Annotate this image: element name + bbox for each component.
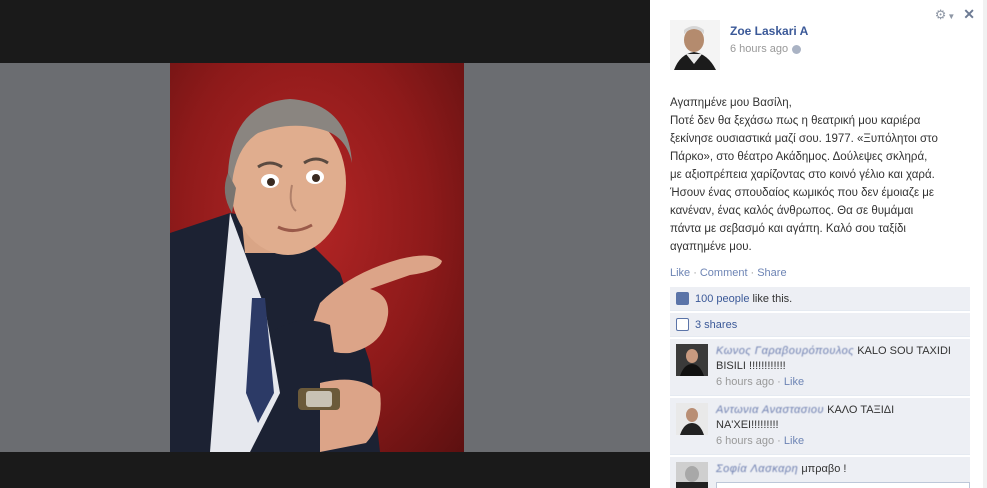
post-line: Πάρκο», στο θέατρο Ακάδημος. Δούλεψες σκ… — [670, 151, 928, 163]
shares-row: 3 shares — [670, 313, 970, 337]
comment-text: μπραβο ! — [801, 463, 847, 475]
post-line: αγαπημένε μου. — [670, 241, 752, 253]
commenter-avatar[interactable] — [676, 403, 708, 435]
post-line: κανέναν, ένας καλός άνθρωπος. Θα σε θυμά… — [670, 205, 914, 217]
write-comment-row — [676, 482, 970, 488]
avatar-image — [676, 344, 708, 376]
author-name[interactable]: Zoe Laskari A — [730, 24, 808, 38]
photo-stage — [0, 0, 650, 488]
share-icon — [676, 318, 689, 331]
likes-suffix: like this. — [752, 292, 793, 305]
post-line: Αγαπημένε μου Βασίλη, — [670, 97, 792, 109]
comment-text: ΚΑΛΟ ΤΑΞΙΔΙ — [827, 404, 895, 416]
post-line: Ήσουν ένας σπουδαίος κωμικός που δεν έμο… — [670, 187, 935, 199]
commenter-name[interactable]: Σοφία Λασκαρη — [716, 463, 798, 475]
post-line: με αξιοπρέπεια χαρίζοντας στο κοινό γέλι… — [670, 169, 935, 181]
comment-text: KALO SOU TAXIDI — [857, 345, 951, 357]
scrollbar[interactable] — [983, 0, 987, 488]
feedback-box: 100 people like this. 3 shares Κωνος Γαρ… — [670, 287, 970, 488]
shares-count[interactable]: 3 shares — [695, 319, 737, 331]
post-line: πάντα με σεβασμό και αγάπη. Καλό σου ταξ… — [670, 223, 906, 235]
likes-count[interactable]: 100 people — [695, 293, 749, 305]
comment-like-link[interactable]: Like — [784, 435, 804, 447]
audience-icon[interactable] — [792, 44, 802, 54]
comment-link[interactable]: Comment — [700, 267, 748, 279]
gear-icon[interactable]: ⚙▼ — [935, 7, 956, 23]
top-controls: ⚙▼ ✕ — [935, 6, 975, 23]
comment-time[interactable]: 6 hours ago — [716, 435, 774, 447]
viewer-avatar — [676, 482, 708, 488]
comment-text-continued: BISILI !!!!!!!!!!!! — [716, 360, 786, 372]
close-icon[interactable]: ✕ — [963, 6, 975, 23]
like-link[interactable]: Like — [670, 267, 690, 279]
separator: · — [693, 267, 697, 279]
comment-text-continued: ΝΑ'ΧΕΙ!!!!!!!!! — [716, 419, 779, 431]
comment-item: Αντωνια Αναστασιου ΚΑΛΟ ΤΑΞΙΔΙ ΝΑ'ΧΕΙ!!!… — [670, 398, 970, 455]
author-avatar[interactable] — [670, 20, 720, 70]
photo-image — [170, 99, 442, 452]
commenter-avatar[interactable] — [676, 344, 708, 376]
share-link[interactable]: Share — [757, 267, 786, 279]
avatar-image — [670, 20, 720, 70]
avatar-image — [676, 403, 708, 435]
comment-input[interactable] — [716, 482, 970, 488]
post-line: ξεκίνησε ουσιαστικά μαζί σου. 1977. «Ξυπ… — [670, 133, 938, 145]
chevron-down-icon[interactable]: ▼ — [947, 12, 955, 21]
post-panel: ⚙▼ ✕ Zoe Laskari A 6 hours ago Αγαπημένε… — [650, 0, 987, 488]
comment-like-link[interactable]: Like — [784, 376, 804, 388]
post-line: Ποτέ δεν θα ξεχάσω πως η θεατρική μου κα… — [670, 115, 921, 127]
commenter-name[interactable]: Αντωνια Αναστασιου — [716, 404, 824, 416]
photo[interactable] — [170, 63, 464, 452]
author-header: Zoe Laskari A 6 hours ago — [670, 20, 808, 70]
likes-row: 100 people like this. — [670, 287, 970, 311]
post-time[interactable]: 6 hours ago — [730, 43, 788, 55]
separator: · — [750, 267, 755, 279]
comment-item: Κωνος Γαραβουρόπουλος KALO SOU TAXIDI BI… — [670, 339, 970, 396]
thumbs-up-icon — [676, 292, 689, 305]
commenter-name[interactable]: Κωνος Γαραβουρόπουλος — [716, 345, 854, 357]
post-actions: Like · Comment · Share — [670, 267, 787, 279]
post-text: Αγαπημένε μου Βασίλη, Ποτέ δεν θα ξεχάσω… — [670, 94, 980, 256]
comment-time[interactable]: 6 hours ago — [716, 376, 774, 388]
